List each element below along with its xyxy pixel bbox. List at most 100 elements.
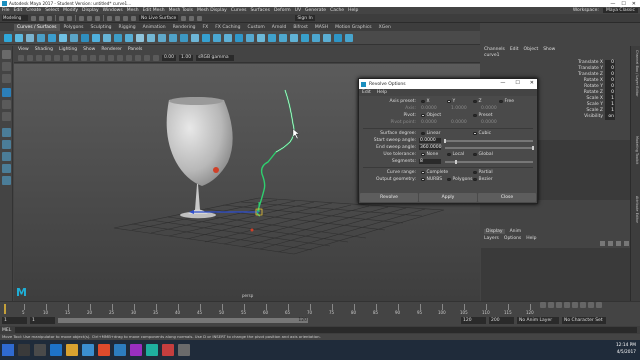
shelf-tab-bifrost[interactable]: Bifrost: [290, 24, 311, 31]
exposure-field[interactable]: 0.00: [162, 54, 177, 61]
dialog-menu-edit[interactable]: Edit: [362, 90, 371, 95]
range-complete[interactable]: Complete: [421, 170, 448, 175]
menu-curves[interactable]: Curves: [231, 8, 247, 13]
sculpt-geometry-icon[interactable]: [334, 33, 342, 42]
character-set-dropdown[interactable]: No Character Set: [562, 316, 606, 324]
end-sweep-field[interactable]: 360.0000: [419, 145, 441, 150]
channel-row[interactable]: Translate Z0: [481, 72, 630, 78]
radio-complete[interactable]: [421, 170, 425, 175]
undo-icon[interactable]: [59, 15, 64, 21]
store-icon[interactable]: [82, 344, 94, 356]
menu-file[interactable]: File: [2, 8, 10, 13]
scale-tool-icon[interactable]: [2, 112, 11, 121]
axis-preset-x[interactable]: X: [421, 99, 430, 104]
menu-surfaces[interactable]: Surfaces: [250, 8, 270, 13]
new-scene-icon[interactable]: [31, 15, 36, 21]
menu-edit[interactable]: Edit: [14, 8, 23, 13]
channel-row[interactable]: Translate X0: [481, 60, 630, 66]
open-scene-icon[interactable]: [39, 15, 44, 21]
bookmark-icon[interactable]: [27, 54, 33, 61]
maya-taskbar-icon[interactable]: [146, 344, 158, 356]
isolate-select-icon[interactable]: [144, 54, 150, 61]
nurbs-cube-icon[interactable]: [147, 33, 155, 42]
rotate-tool-icon[interactable]: [2, 100, 11, 109]
snap-surface-icon[interactable]: [131, 15, 136, 21]
trim-tool-icon[interactable]: [290, 33, 298, 42]
channel-value[interactable]: 1: [605, 108, 615, 114]
radio-linear[interactable]: [421, 131, 425, 136]
menu-select[interactable]: Select: [45, 8, 59, 13]
persp-graph-icon[interactable]: [2, 164, 11, 173]
select-component-icon[interactable]: [95, 15, 100, 21]
shelf-tab-rendering[interactable]: Rendering: [170, 24, 199, 31]
layer-menu-options[interactable]: Options: [504, 236, 521, 241]
segments-field[interactable]: 8: [419, 159, 441, 164]
range-slider[interactable]: 120: [58, 317, 308, 323]
attach-surfaces-icon[interactable]: [268, 33, 276, 42]
shelf-tab-motion-graphics[interactable]: Motion Graphics: [332, 24, 375, 31]
menu-help[interactable]: Help: [348, 8, 358, 13]
shelf-tab-sculpting[interactable]: Sculpting: [88, 24, 115, 31]
axis-preset-z[interactable]: Z: [473, 99, 482, 104]
motion-blur-icon[interactable]: [126, 54, 132, 61]
channel-value[interactable]: on: [605, 114, 615, 120]
photoshop-icon[interactable]: [114, 344, 126, 356]
tolerance-none[interactable]: None: [421, 152, 438, 157]
side-tab-modeling-toolkit[interactable]: Modeling Toolkit: [633, 136, 639, 164]
rebuild-surface-icon[interactable]: [312, 33, 320, 42]
step-forward-frame-icon[interactable]: [580, 302, 586, 308]
shelf-tab-animation[interactable]: Animation: [140, 24, 169, 31]
step-back-key-icon[interactable]: [548, 302, 554, 308]
start-sweep-field[interactable]: 0.0000: [419, 138, 441, 143]
dialog-menu-help[interactable]: Help: [377, 90, 387, 95]
rebuild-curve-icon[interactable]: [114, 33, 122, 42]
pivot-object[interactable]: Object: [421, 113, 441, 118]
radio-z[interactable]: [473, 99, 477, 104]
task-view-icon[interactable]: [34, 344, 46, 356]
nurbs-plane-icon[interactable]: [180, 33, 188, 42]
textured-icon[interactable]: [90, 54, 96, 61]
axis-z-field[interactable]: 0.0000: [481, 106, 497, 111]
gamma-field[interactable]: 1.00: [179, 54, 194, 61]
revolve-icon[interactable]: [202, 33, 210, 42]
pivot-y-field[interactable]: 0.0000: [451, 120, 467, 125]
media-app-icon[interactable]: [162, 344, 174, 356]
cb-menu-channels[interactable]: Channels: [484, 47, 505, 52]
radio-object[interactable]: [421, 113, 425, 118]
close-button[interactable]: ✕: [632, 1, 636, 7]
nurbs-torus-icon[interactable]: [191, 33, 199, 42]
play-backward-icon[interactable]: [564, 302, 570, 308]
tolerance-local[interactable]: Local: [447, 152, 464, 157]
film-gate-icon[interactable]: [54, 54, 60, 61]
search-icon[interactable]: [18, 344, 30, 356]
play-forward-icon[interactable]: [572, 302, 578, 308]
playback-end-field[interactable]: 120: [461, 316, 486, 324]
detach-curves-icon[interactable]: [92, 33, 100, 42]
step-forward-key-icon[interactable]: [588, 302, 594, 308]
select-object-icon[interactable]: [87, 15, 92, 21]
untrim-icon[interactable]: [301, 33, 309, 42]
snap-point-icon[interactable]: [123, 15, 128, 21]
maximize-button[interactable]: ☐: [621, 1, 625, 7]
channel-value[interactable]: 0: [605, 72, 615, 78]
nurbs-to-polygons-icon[interactable]: [323, 33, 331, 42]
mel-label[interactable]: MEL: [2, 328, 12, 333]
snap-grid-icon[interactable]: [107, 15, 112, 21]
channel-row[interactable]: Translate Y0: [481, 66, 630, 72]
shelf-tab-rigging[interactable]: Rigging: [116, 24, 139, 31]
menu-generate[interactable]: Generate: [305, 8, 326, 13]
degree-linear[interactable]: Linear: [421, 131, 441, 136]
menu-windows[interactable]: Windows: [103, 8, 123, 13]
nurbs-cylinder-icon[interactable]: [158, 33, 166, 42]
radio-global[interactable]: [473, 152, 477, 157]
move-layer-up-icon[interactable]: [600, 241, 605, 246]
circle-icon[interactable]: [59, 33, 67, 42]
layer-menu-layers[interactable]: Layers: [484, 236, 499, 241]
menu-deform[interactable]: Deform: [274, 8, 291, 13]
dialog-maximize-button[interactable]: ☐: [515, 80, 519, 86]
save-scene-icon[interactable]: [47, 15, 52, 21]
axis-y-field[interactable]: 1.0000: [451, 106, 467, 111]
nurbs-sphere-icon[interactable]: [136, 33, 144, 42]
radio-partial[interactable]: [473, 170, 477, 175]
attach-curves-icon[interactable]: [81, 33, 89, 42]
